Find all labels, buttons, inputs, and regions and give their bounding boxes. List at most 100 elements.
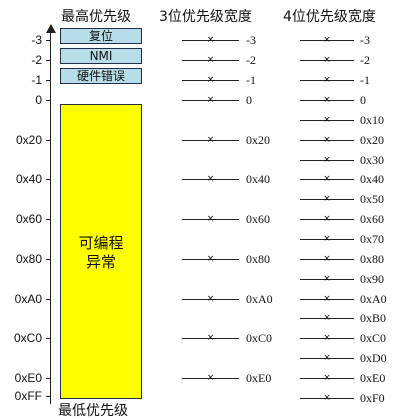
bits3-level-label: 0x80: [246, 251, 270, 266]
marker-x-icon: ×: [323, 313, 331, 324]
axis-tick-label: 0xE0: [14, 370, 42, 385]
marker-x-icon: ×: [323, 253, 331, 264]
axis-tick: [46, 60, 51, 61]
bits4-level-line: ×: [300, 194, 354, 204]
bits4-level-label: 0xB0: [360, 311, 387, 326]
bits3-level-label: -2: [246, 53, 256, 67]
lowest-priority-label: 最低优先级: [58, 403, 128, 419]
marker-x-icon: ×: [323, 392, 331, 403]
marker-x-icon: ×: [206, 35, 215, 45]
axis-tick-label: 0: [35, 93, 42, 107]
bits4-level-label: 0: [360, 93, 366, 107]
marker-x-icon: ×: [206, 75, 215, 85]
marker-x-icon: ×: [206, 55, 215, 65]
bits4-level-line: ×: [300, 373, 354, 383]
bits4-level-line: ×: [300, 274, 354, 284]
marker-x-icon: ×: [206, 372, 215, 383]
bits3-level-label: 0x60: [246, 212, 270, 227]
marker-x-icon: ×: [206, 253, 215, 264]
axis-tick-label: 0x20: [15, 132, 42, 147]
highest-priority-label: 最高优先级: [61, 9, 131, 25]
bits3-level-line: ×: [182, 35, 239, 45]
bits3-level-line: ×: [182, 55, 239, 65]
marker-x-icon: ×: [323, 372, 331, 383]
marker-x-icon: ×: [323, 233, 331, 244]
axis-tick: [46, 139, 51, 141]
axis-tick: [46, 100, 51, 101]
bits4-level-line: ×: [300, 155, 354, 165]
fixed-exception-box: 硬件错误: [60, 68, 142, 84]
bits4-level-label: -3: [360, 33, 370, 47]
bits4-level-line: ×: [300, 174, 354, 184]
bits4-level-label: 0xF0: [360, 390, 385, 405]
bits4-level-line: ×: [300, 393, 354, 403]
bits4-level-line: ×: [300, 234, 354, 244]
bits4-level-label: -1: [360, 73, 370, 87]
bits3-level-line: ×: [182, 95, 239, 105]
bits3-level-label: -1: [246, 73, 256, 87]
bits3-level-line: ×: [182, 373, 239, 383]
bits3-level-label: 0xA0: [246, 291, 273, 306]
marker-x-icon: ×: [323, 353, 331, 364]
marker-x-icon: ×: [206, 214, 215, 225]
bits4-level-line: ×: [300, 75, 354, 85]
axis-tick-label: -3: [31, 33, 42, 47]
axis-tick-label: 0x60: [15, 212, 42, 227]
bits3-column-title: 3位优先级宽度: [159, 9, 252, 25]
bits3-level-line: ×: [182, 333, 239, 343]
marker-x-icon: ×: [323, 154, 331, 165]
marker-x-icon: ×: [323, 214, 331, 225]
bits4-level-line: ×: [300, 214, 354, 224]
axis-line: [50, 30, 51, 404]
bits4-level-line: ×: [300, 55, 354, 65]
axis-tick-label: 0x40: [15, 172, 42, 187]
marker-x-icon: ×: [323, 114, 331, 125]
bits4-level-label: 0xD0: [360, 351, 387, 366]
axis-tick-label: 0xFF: [14, 389, 42, 403]
bits4-level-label: 0xE0: [360, 370, 386, 385]
axis-tick: [46, 377, 51, 379]
bits4-level-line: ×: [300, 353, 354, 363]
bits4-level-line: ×: [300, 254, 354, 264]
bits4-level-label: 0x10: [360, 112, 384, 127]
bits4-level-label: 0x30: [360, 152, 384, 167]
fixed-exception-box: NMI: [60, 48, 142, 64]
marker-x-icon: ×: [206, 293, 215, 304]
axis-tick: [46, 219, 51, 221]
marker-x-icon: ×: [323, 35, 331, 45]
bits3-level-line: ×: [182, 135, 239, 145]
bits3-level-label: 0xC0: [246, 331, 273, 346]
axis-tick-label: 0xA0: [14, 291, 42, 306]
axis-tick-label: -1: [31, 73, 42, 87]
bits4-level-label: 0xA0: [360, 291, 387, 306]
marker-x-icon: ×: [323, 75, 331, 85]
marker-x-icon: ×: [323, 293, 331, 304]
bits4-level-line: ×: [300, 115, 354, 125]
axis-tick-label: -2: [31, 53, 42, 67]
bits3-level-line: ×: [182, 294, 239, 304]
axis-tick-label: 0xC0: [13, 331, 42, 346]
bits4-level-label: 0x60: [360, 212, 384, 227]
bits4-level-line: ×: [300, 95, 354, 105]
bits4-level-label: 0x40: [360, 172, 384, 187]
marker-x-icon: ×: [206, 134, 215, 145]
axis-tick: [46, 396, 51, 397]
bits3-level-label: 0x20: [246, 132, 270, 147]
bits3-level-label: 0: [246, 93, 252, 107]
bits3-level-label: -3: [246, 33, 256, 47]
marker-x-icon: ×: [323, 273, 331, 284]
marker-x-icon: ×: [323, 174, 331, 185]
bits3-level-line: ×: [182, 214, 239, 224]
bits4-level-line: ×: [300, 135, 354, 145]
bits4-level-label: 0xC0: [360, 331, 387, 346]
axis-tick: [46, 40, 51, 41]
marker-x-icon: ×: [206, 95, 215, 105]
axis-tick: [46, 179, 51, 181]
bits3-level-line: ×: [182, 75, 239, 85]
fixed-exception-box: 复位: [60, 28, 142, 44]
bits3-level-label: 0xE0: [246, 370, 272, 385]
bits4-level-line: ×: [300, 313, 354, 323]
axis-tick: [46, 258, 51, 260]
bits3-level-line: ×: [182, 254, 239, 264]
bits4-column-title: 4位优先级宽度: [283, 9, 376, 25]
